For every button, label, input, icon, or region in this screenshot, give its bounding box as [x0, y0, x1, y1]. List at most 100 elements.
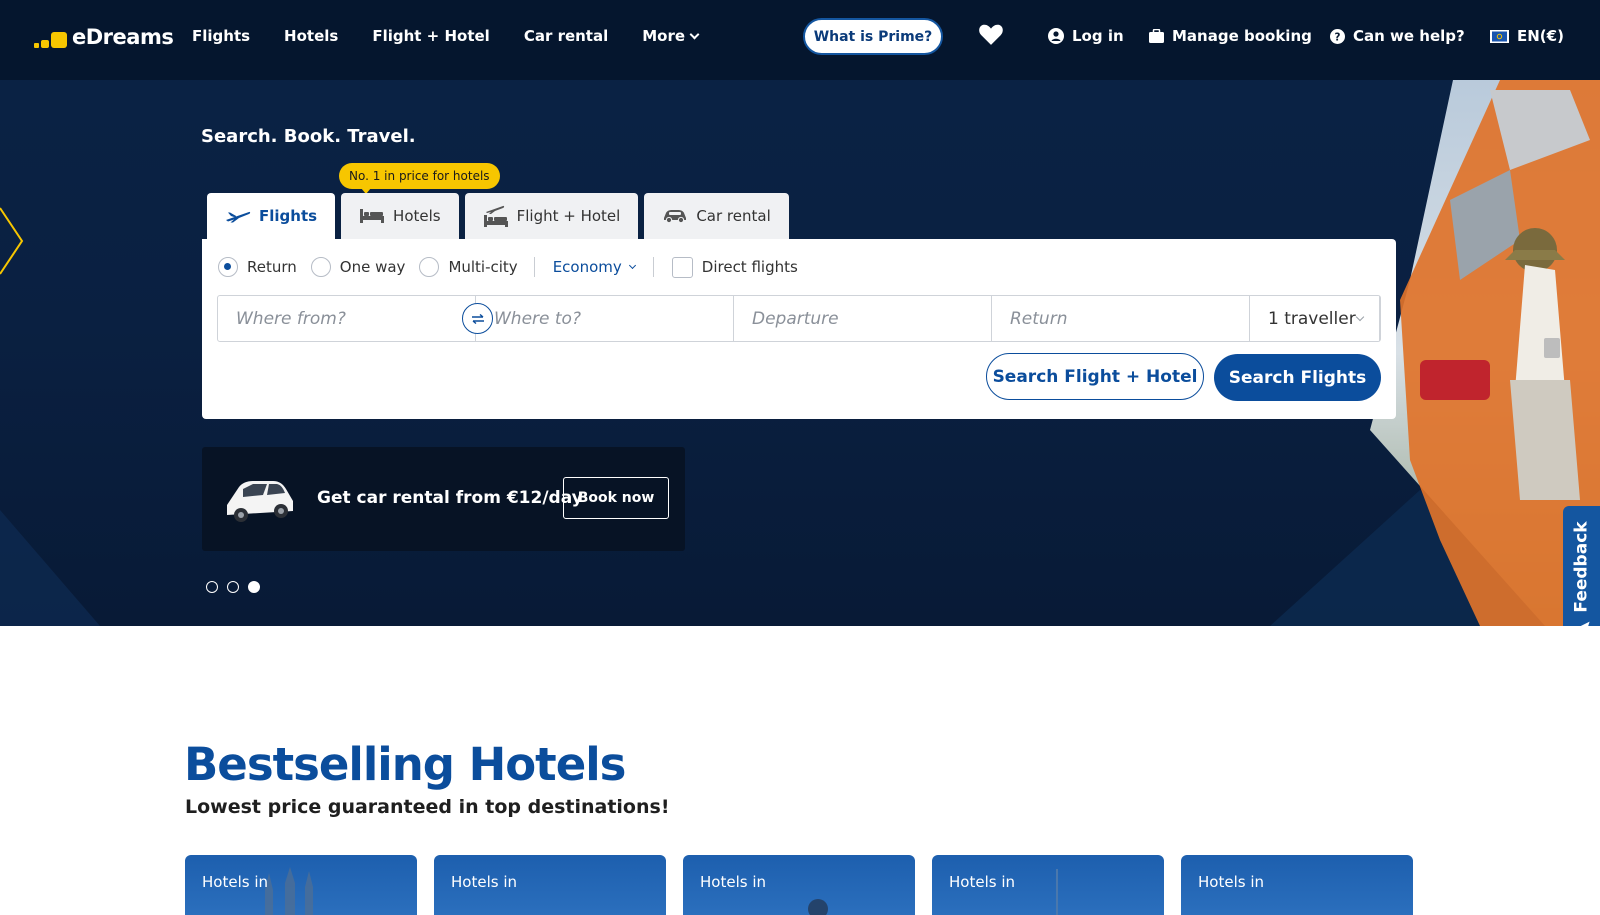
- nav-link-hotels[interactable]: Hotels: [284, 27, 338, 45]
- swap-airports-button[interactable]: [462, 303, 493, 334]
- nav-link-flight-hotel[interactable]: Flight + Hotel: [372, 27, 489, 45]
- search-options-row: Return One way Multi-city Economy Direct…: [218, 255, 812, 279]
- logo-mark-icon: [34, 24, 68, 50]
- nav-link-flights[interactable]: Flights: [192, 27, 250, 45]
- feedback-tab[interactable]: Feedback: [1563, 506, 1600, 626]
- user-circle-icon: [1048, 28, 1064, 44]
- main-nav-links: Flights Hotels Flight + Hotel Car rental…: [192, 0, 700, 72]
- help-label: Can we help?: [1353, 27, 1465, 45]
- departure-date-input[interactable]: Departure: [734, 296, 992, 341]
- nav-link-car-rental[interactable]: Car rental: [524, 27, 608, 45]
- flag-icon: [1490, 29, 1509, 43]
- direct-flights-checkbox[interactable]: [671, 256, 693, 278]
- svg-text:?: ?: [1335, 31, 1341, 43]
- search-flight-hotel-button[interactable]: Search Flight + Hotel: [986, 353, 1204, 400]
- plane-icon: [226, 211, 251, 223]
- question-circle-icon: ?: [1330, 28, 1345, 44]
- favourites-heart-icon[interactable]: [978, 22, 1004, 46]
- radio-one-way[interactable]: [310, 257, 331, 277]
- nav-more-label: More: [642, 27, 686, 45]
- product-tabs: Flights Hotels Flight + Hotel Car rental: [207, 193, 789, 239]
- login-link[interactable]: Log in: [1048, 0, 1124, 72]
- card-label: Hotels in: [202, 873, 268, 891]
- divider: [652, 257, 654, 277]
- tab-flight-hotel[interactable]: Flight + Hotel: [464, 193, 639, 239]
- cabin-class-select[interactable]: Economy: [552, 258, 636, 276]
- carousel-dot-1[interactable]: [206, 581, 218, 593]
- tab-hotels[interactable]: Hotels: [341, 193, 459, 239]
- tab-flights-label: Flights: [259, 207, 318, 225]
- top-navigation: eDreams Flights Hotels Flight + Hotel Ca…: [0, 0, 1600, 80]
- trip-type-one-way[interactable]: One way: [310, 257, 406, 277]
- flight-search-form: Return One way Multi-city Economy Direct…: [202, 239, 1396, 419]
- card-label: Hotels in: [451, 873, 517, 891]
- language-currency-selector[interactable]: EN(€): [1490, 0, 1564, 72]
- where-to-input[interactable]: Where to?: [476, 296, 734, 341]
- landmark-image: [808, 899, 828, 915]
- tab-car-rental-label: Car rental: [696, 207, 771, 225]
- hotel-destination-card[interactable]: Hotels in: [185, 855, 417, 915]
- edreams-logo[interactable]: eDreams: [34, 24, 174, 50]
- send-icon: [1573, 621, 1590, 626]
- where-from-input[interactable]: Where from?: [218, 296, 476, 341]
- briefcase-icon: [1149, 29, 1164, 43]
- login-label: Log in: [1072, 27, 1124, 45]
- tab-flight-hotel-label: Flight + Hotel: [516, 207, 621, 225]
- bestselling-hotels-subtitle: Lowest price guaranteed in top destinati…: [185, 796, 670, 818]
- car-rental-promo-banner: Get car rental from €12/day Book now: [202, 447, 685, 551]
- trip-type-return-label: Return: [247, 258, 297, 276]
- language-label: EN(€): [1517, 27, 1564, 45]
- hotel-destination-card[interactable]: Hotels in: [434, 855, 666, 915]
- trip-type-multi-city-label: Multi-city: [448, 258, 518, 276]
- trip-type-return[interactable]: Return: [218, 257, 297, 277]
- trip-type-one-way-label: One way: [339, 258, 406, 276]
- radio-return[interactable]: [218, 257, 238, 277]
- nav-more-dropdown[interactable]: More: [642, 27, 700, 45]
- travellers-select[interactable]: 1 traveller: [1250, 296, 1380, 341]
- hotel-destination-card[interactable]: Hotels in: [683, 855, 915, 915]
- carousel-dot-3[interactable]: [248, 581, 260, 593]
- hotel-destination-card[interactable]: Hotels in: [1181, 855, 1413, 915]
- chevron-down-icon: [689, 29, 700, 39]
- hotel-destination-card[interactable]: Hotels in: [932, 855, 1164, 915]
- divider: [533, 257, 535, 277]
- chevron-down-icon: [1355, 312, 1365, 321]
- chevron-down-icon: [628, 261, 636, 269]
- help-link[interactable]: ? Can we help?: [1330, 0, 1465, 72]
- plane-bed-icon: [483, 205, 508, 227]
- carousel-dots: [206, 581, 260, 593]
- promo-text: Get car rental from €12/day: [317, 488, 583, 508]
- bed-icon: [360, 209, 385, 223]
- tower-image: [1056, 869, 1058, 915]
- hotels-price-badge: No. 1 in price for hotels: [339, 163, 500, 194]
- what-is-prime-button[interactable]: What is Prime?: [803, 18, 943, 55]
- search-flights-button[interactable]: Search Flights: [1214, 354, 1381, 401]
- trip-type-multi-city[interactable]: Multi-city: [419, 257, 518, 277]
- tab-car-rental[interactable]: Car rental: [644, 193, 789, 239]
- cabin-class-value: Economy: [552, 258, 622, 276]
- manage-booking-link[interactable]: Manage booking: [1149, 0, 1312, 72]
- hotel-destination-cards: Hotels in Hotels in Hotels in Hotels in …: [185, 855, 1413, 915]
- return-date-input[interactable]: Return: [992, 296, 1250, 341]
- search-fields-row: Where from? Where to? Departure Return 1…: [217, 295, 1381, 342]
- tab-hotels-label: Hotels: [393, 207, 441, 225]
- feedback-label: Feedback: [1571, 520, 1592, 613]
- tab-flights[interactable]: Flights: [207, 193, 336, 239]
- cathedral-image: [265, 867, 313, 915]
- card-label: Hotels in: [700, 873, 766, 891]
- card-label: Hotels in: [949, 873, 1015, 891]
- direct-flights-label: Direct flights: [701, 258, 798, 276]
- book-now-button[interactable]: Book now: [563, 477, 669, 519]
- card-label: Hotels in: [1198, 873, 1264, 891]
- swap-arrows-icon: [471, 313, 484, 324]
- carousel-dot-2[interactable]: [227, 581, 239, 593]
- travellers-value: 1 traveller: [1268, 308, 1356, 329]
- hero-section: Search. Book. Travel. No. 1 in price for…: [0, 80, 1600, 626]
- car-illustration-icon: [227, 481, 293, 522]
- bestselling-hotels-title: Bestselling Hotels: [184, 738, 626, 791]
- direct-flights-option[interactable]: Direct flights: [671, 256, 798, 278]
- logo-text: eDreams: [72, 25, 174, 49]
- hero-tagline: Search. Book. Travel.: [201, 126, 416, 147]
- manage-booking-label: Manage booking: [1172, 27, 1312, 45]
- radio-multi-city[interactable]: [419, 257, 440, 277]
